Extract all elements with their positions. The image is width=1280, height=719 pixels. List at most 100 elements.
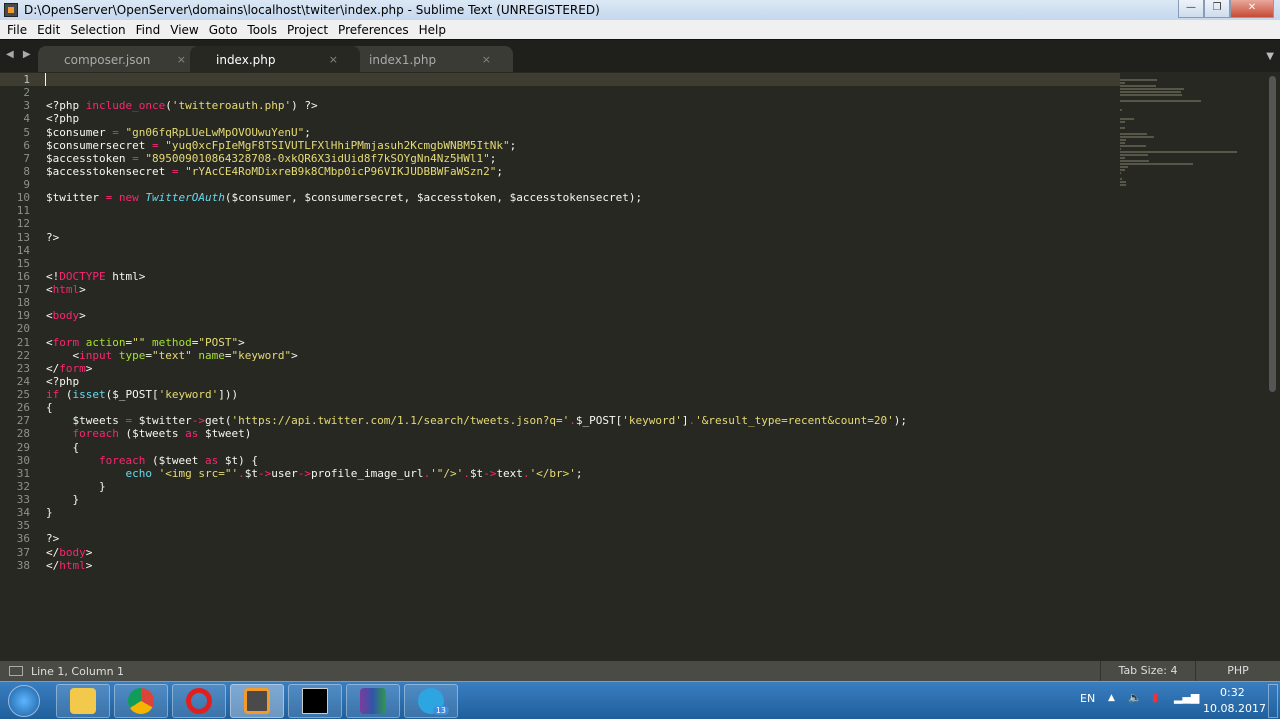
clock-date[interactable]: 10.08.2017 — [1203, 702, 1266, 715]
code-line[interactable]: $tweets = $twitter->get('https://api.twi… — [46, 414, 907, 427]
code-line[interactable]: $accesstokensecret = "rYAcCE4RoMDixreB9k… — [46, 165, 907, 178]
code-line[interactable]: <input type="text" name="keyword"> — [46, 349, 907, 362]
close-button[interactable]: ✕ — [1230, 0, 1274, 18]
code-line[interactable]: <form action="" method="POST"> — [46, 336, 907, 349]
tab-nav-arrows-icon[interactable]: ◀ ▶ — [6, 49, 34, 60]
title-bar: D:\OpenServer\OpenServer\domains\localho… — [0, 0, 1280, 20]
code-editor[interactable]: 1 2 3 4 5 6 7 8 9 10 11 12 13 14 15 16 17 18 19 20 21 22 23 24 2… — [0, 72, 1280, 661]
code-area[interactable]: <?php include_once('twitteroauth.php') ?… — [46, 72, 907, 572]
code-token: $accesstokensecret — [46, 164, 172, 178]
line-number: 15 — [16, 256, 30, 270]
power-icon[interactable]: ▮ — [1152, 691, 1158, 704]
code-line[interactable]: { — [46, 401, 907, 414]
minimize-button[interactable]: — — [1178, 0, 1204, 18]
code-token: 'twitteroauth.php' — [171, 99, 292, 113]
syntax-selector[interactable]: PHP — [1195, 661, 1280, 681]
code-line[interactable] — [46, 519, 907, 532]
code-line[interactable]: $twitter = new TwitterOAuth($consumer, $… — [46, 191, 907, 204]
tab-index-php[interactable]: index.php × — [190, 46, 360, 73]
menu-project[interactable]: Project — [287, 23, 328, 37]
code-line[interactable]: { — [46, 441, 907, 454]
code-line[interactable]: $consumersecret = "yuq0xcFpIeMgF8TSIVUTL… — [46, 139, 907, 152]
minimap[interactable] — [1120, 72, 1260, 186]
minimap-line — [1120, 79, 1157, 81]
panel-toggle-icon[interactable] — [9, 666, 23, 676]
menu-bar: File Edit Selection Find View Goto Tools… — [0, 20, 1280, 39]
tab-close-icon[interactable]: × — [177, 53, 186, 66]
code-line[interactable]: if (isset($_POST['keyword'])) — [46, 388, 907, 401]
code-line[interactable]: <?php — [46, 112, 907, 125]
code-token: echo — [125, 466, 152, 480]
code-line[interactable]: ?> — [46, 231, 907, 244]
taskbar-opera[interactable] — [172, 684, 226, 718]
taskbar-cmd[interactable] — [288, 684, 342, 718]
code-line[interactable] — [46, 257, 907, 270]
code-line[interactable]: <html> — [46, 283, 907, 296]
menu-edit[interactable]: Edit — [37, 23, 60, 37]
code-line[interactable]: </html> — [46, 559, 907, 572]
code-line[interactable]: </body> — [46, 546, 907, 559]
code-line[interactable] — [46, 178, 907, 191]
code-token: ; — [304, 125, 311, 139]
menu-tools[interactable]: Tools — [247, 23, 277, 37]
tab-menu-chevron-icon[interactable]: ▼ — [1266, 51, 1274, 62]
maximize-button[interactable]: ❐ — [1204, 0, 1230, 18]
code-line[interactable]: <body> — [46, 309, 907, 322]
network-signal-icon[interactable]: ▂▄▆ — [1174, 691, 1199, 704]
tab-size-selector[interactable]: Tab Size: 4 — [1100, 661, 1195, 681]
code-line[interactable]: echo '<img src="'.$t->user->profile_imag… — [46, 467, 907, 480]
tab-index1-php[interactable]: index1.php × — [343, 46, 513, 73]
menu-help[interactable]: Help — [419, 23, 446, 37]
taskbar-winrar[interactable] — [346, 684, 400, 718]
code-line[interactable] — [46, 244, 907, 257]
line-number: 13 — [16, 230, 30, 244]
code-line[interactable]: $accesstoken = "895009010864328708-0xkQR… — [46, 152, 907, 165]
menu-preferences[interactable]: Preferences — [338, 23, 409, 37]
code-line[interactable]: </form> — [46, 362, 907, 375]
tab-composer-json[interactable]: composer.json × — [38, 46, 208, 73]
code-token: < — [46, 283, 53, 296]
menu-goto[interactable]: Goto — [209, 23, 238, 37]
code-line[interactable]: foreach ($tweet as $t) { — [46, 454, 907, 467]
code-line[interactable]: <?php — [46, 375, 907, 388]
code-token: . — [569, 414, 576, 428]
show-desktop-button[interactable] — [1268, 684, 1278, 718]
start-button[interactable] — [8, 685, 40, 717]
code-line[interactable] — [46, 296, 907, 309]
code-line[interactable]: <!DOCTYPE html> — [46, 270, 907, 283]
taskbar-explorer[interactable] — [56, 684, 110, 718]
language-indicator[interactable]: EN — [1080, 692, 1095, 705]
menu-file[interactable]: File — [7, 23, 27, 37]
code-line[interactable] — [46, 217, 907, 230]
code-token: <?php — [46, 374, 80, 388]
minimap-line — [1120, 160, 1149, 162]
code-line[interactable]: foreach ($tweets as $tweet) — [46, 427, 907, 440]
menu-view[interactable]: View — [170, 23, 198, 37]
code-line[interactable]: ?> — [46, 532, 907, 545]
vertical-scrollbar[interactable] — [1269, 76, 1276, 392]
code-line[interactable] — [46, 322, 907, 335]
code-line[interactable] — [46, 86, 907, 99]
code-line[interactable]: } — [46, 506, 907, 519]
taskbar-telegram[interactable]: 13 — [404, 684, 458, 718]
menu-find[interactable]: Find — [136, 23, 161, 37]
code-token: ($consumer, $consumersecret, $accesstoke… — [224, 191, 643, 205]
tab-close-icon[interactable]: × — [482, 53, 491, 66]
code-line[interactable]: $consumer = "gn06fqRpLUeLwMpOVOUwuYenU"; — [46, 126, 907, 139]
tab-close-icon[interactable]: × — [329, 53, 338, 66]
volume-icon[interactable]: 🔈 — [1128, 691, 1142, 704]
show-hidden-icons-icon[interactable]: ▲ — [1108, 693, 1115, 703]
code-line[interactable] — [46, 204, 907, 217]
menu-selection[interactable]: Selection — [70, 23, 125, 37]
taskbar-chrome[interactable] — [114, 684, 168, 718]
code-line[interactable]: } — [46, 480, 907, 493]
clock-time[interactable]: 0:32 — [1220, 686, 1245, 699]
chrome-icon — [128, 688, 154, 714]
code-line[interactable] — [46, 73, 907, 86]
taskbar-sublime-text[interactable] — [230, 684, 284, 718]
minimap-line — [1120, 148, 1121, 150]
code-line[interactable]: <?php include_once('twitteroauth.php') ?… — [46, 99, 907, 112]
code-line[interactable]: } — [46, 493, 907, 506]
cursor-position: Line 1, Column 1 — [31, 664, 125, 678]
